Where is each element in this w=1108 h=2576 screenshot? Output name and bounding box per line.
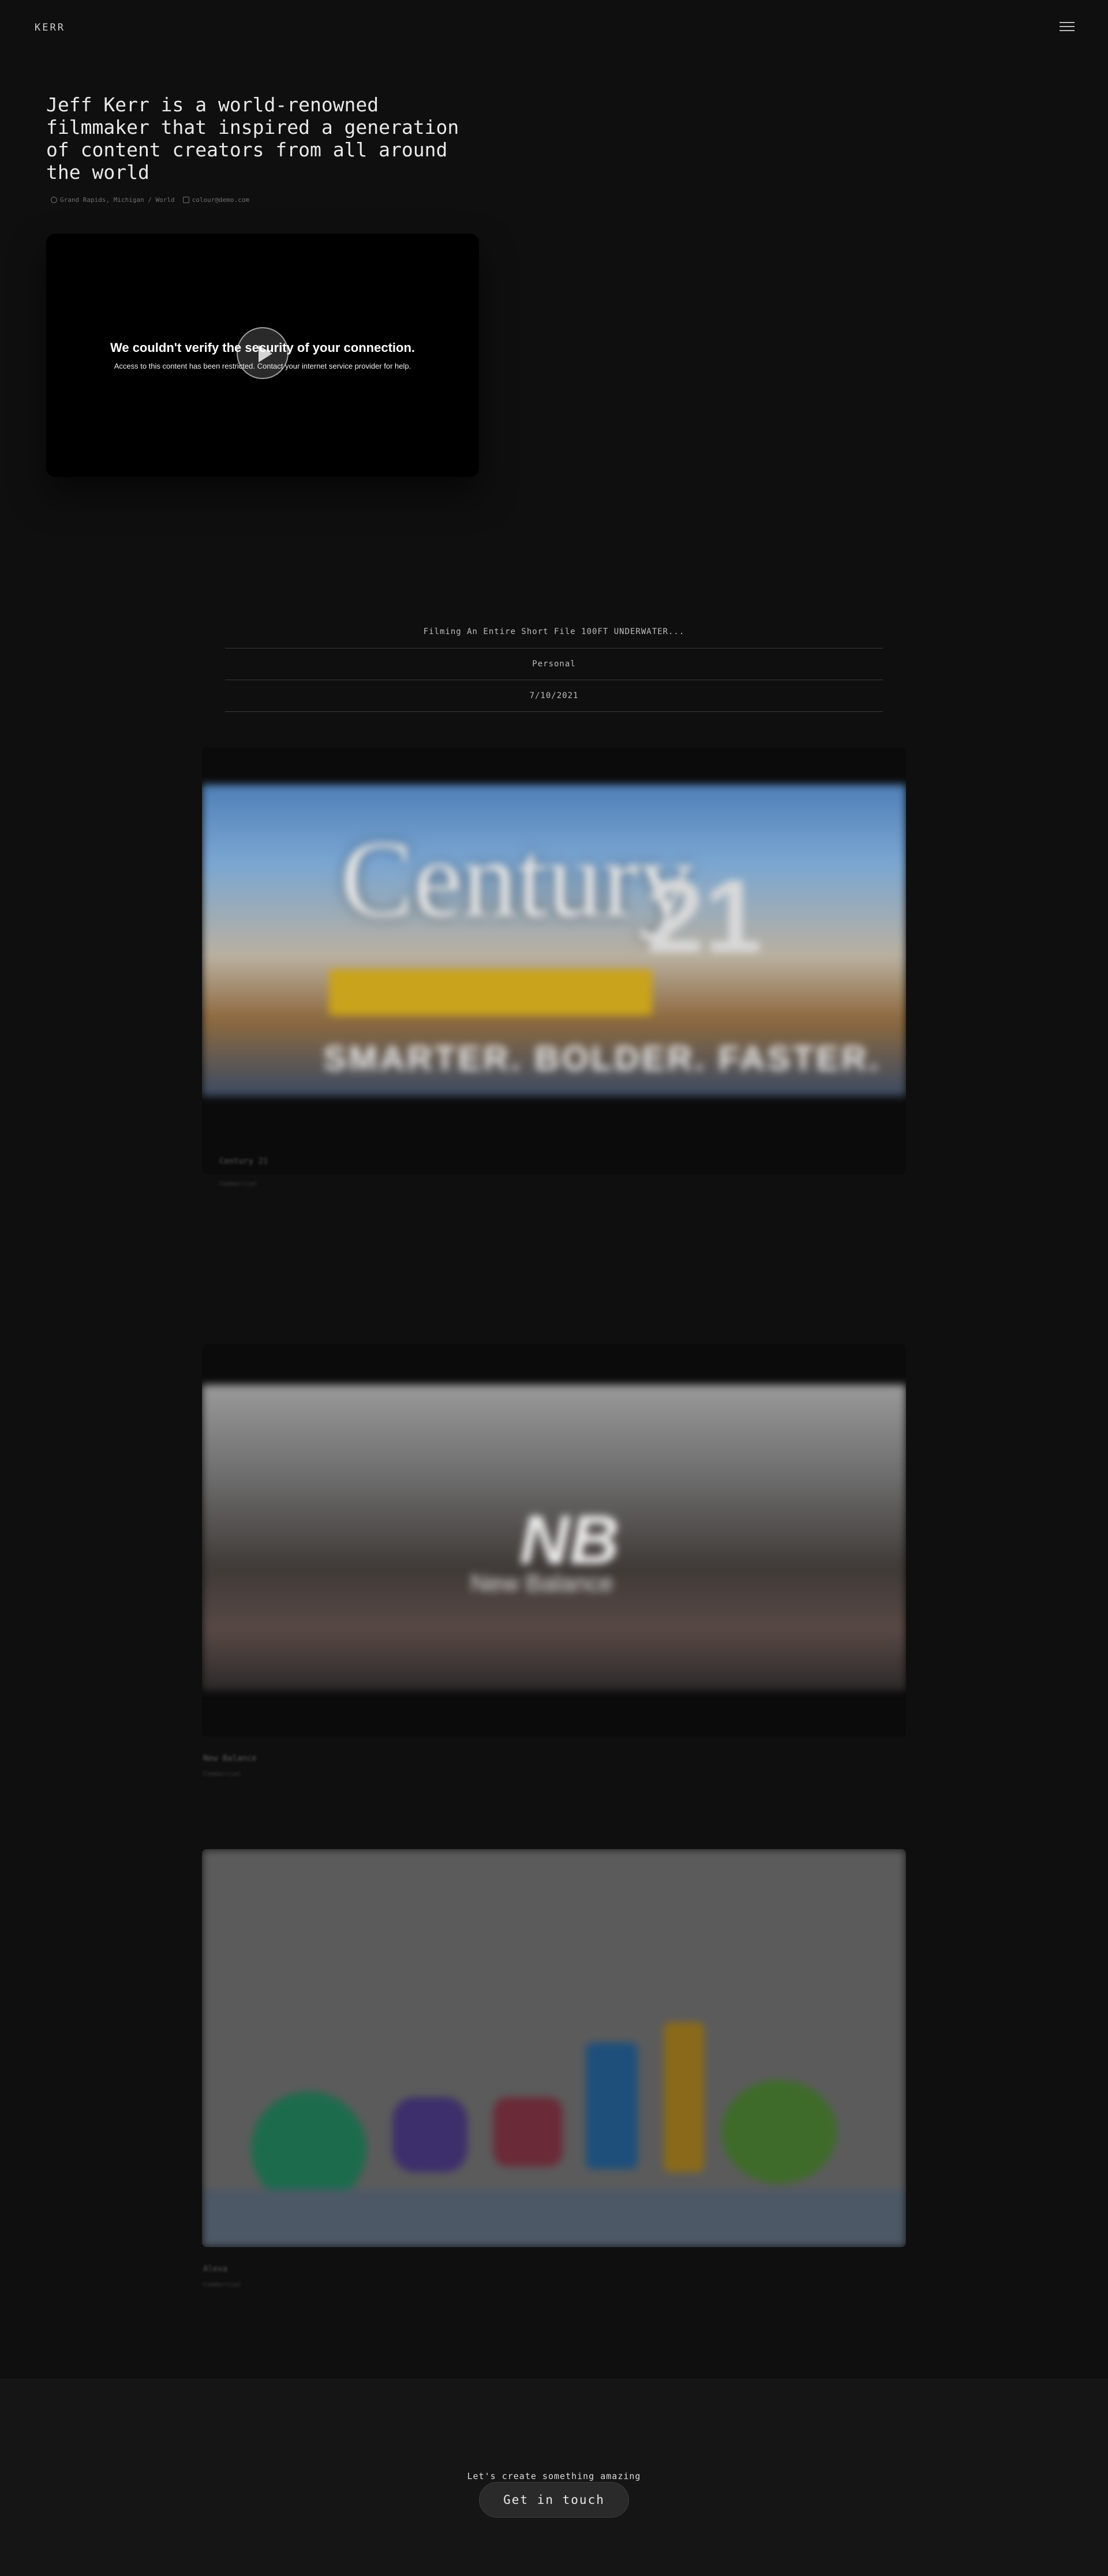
thumb-shape xyxy=(493,2097,563,2166)
project-title: Alexa xyxy=(203,2264,228,2274)
hero-meta: Grand Rapids, Michigan / World colour@de… xyxy=(51,196,249,204)
email-text[interactable]: colour@demo.com xyxy=(192,196,249,204)
globe-icon xyxy=(51,197,57,203)
showreel-video[interactable]: We couldn't verify the security of your … xyxy=(46,234,479,477)
featured-title[interactable]: Filming An Entire Short File 100FT UNDER… xyxy=(156,627,952,636)
thumb-text: NB xyxy=(519,1501,620,1578)
location-text: Grand Rapids, Michigan / World xyxy=(60,196,175,204)
email-info[interactable]: colour@demo.com xyxy=(182,196,249,204)
video-error-message: Access to this content has been restrict… xyxy=(114,362,411,370)
thumb-shape xyxy=(664,2022,704,2172)
project-card[interactable]: NB New Balance xyxy=(202,1344,906,1737)
project-title: New Balance xyxy=(203,1754,257,1763)
project-thumbnail[interactable] xyxy=(202,1849,906,2247)
project-card[interactable] xyxy=(202,1849,906,2247)
video-error-title: We couldn't verify the security of your … xyxy=(110,340,415,355)
hamburger-menu-icon[interactable] xyxy=(1060,22,1075,33)
project-category: Commercial xyxy=(203,1770,242,1778)
hero-title: Jeff Kerr is a world-renowned filmmaker … xyxy=(46,93,459,183)
location-info: Grand Rapids, Michigan / World xyxy=(51,196,175,204)
site-logo[interactable]: KERR xyxy=(35,22,65,33)
project-thumbnail[interactable]: NB New Balance xyxy=(202,1385,906,1690)
thumb-shape xyxy=(392,2097,467,2172)
cta-text: Let's create something amazing xyxy=(467,2471,641,2481)
page: KERR Jeff Kerr is a world-renowned filmm… xyxy=(0,0,1108,2576)
divider xyxy=(225,711,883,712)
mail-icon xyxy=(182,197,189,203)
featured-category: Personal xyxy=(532,659,576,669)
thumb-shape xyxy=(721,2080,837,2184)
thumb-text: New Balance xyxy=(470,1569,613,1596)
thumb-shape xyxy=(329,969,652,1015)
project-thumbnail[interactable]: Century 21 SMARTER. BOLDER. FASTER. xyxy=(202,785,906,1096)
featured-date: 7/10/2021 xyxy=(529,691,579,700)
thumb-text: 21 xyxy=(646,858,762,974)
thumb-shape xyxy=(586,2042,638,2169)
project-category: Commercial xyxy=(219,1180,258,1187)
project-card[interactable]: Century 21 SMARTER. BOLDER. FASTER. Cent… xyxy=(202,747,906,1174)
get-in-touch-button[interactable]: Get in touch xyxy=(479,2482,629,2518)
project-category: Commercial xyxy=(203,2281,242,2288)
thumb-text: SMARTER. BOLDER. FASTER. xyxy=(323,1039,881,1078)
thumb-shape xyxy=(202,2189,906,2247)
thumb-text: Century xyxy=(340,819,694,940)
project-title: Century 21 xyxy=(219,1157,268,1166)
